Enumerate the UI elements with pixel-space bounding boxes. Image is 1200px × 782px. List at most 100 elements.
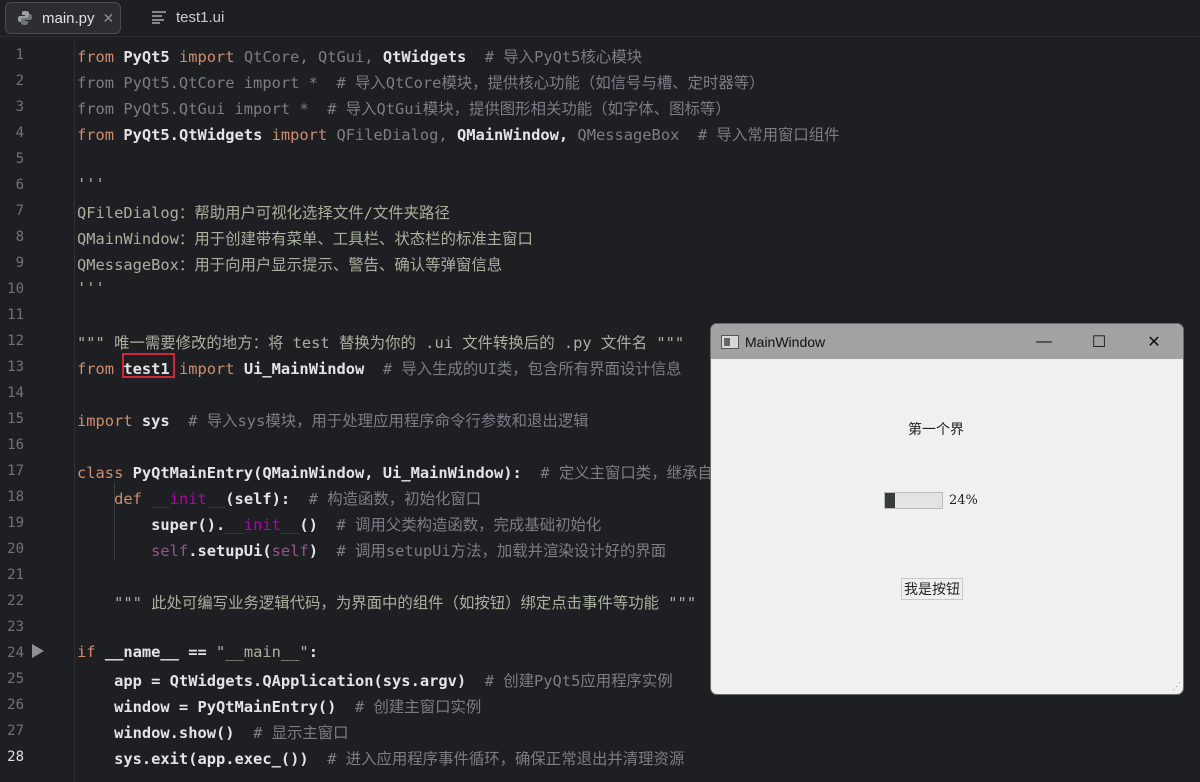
line-number: 11 <box>7 307 24 323</box>
code-line[interactable]: from PyQt5.QtGui import * # 导入QtGui模块，提供… <box>77 97 731 119</box>
line-number: 25 <box>7 671 24 687</box>
code-token: PyQt5 <box>123 48 179 66</box>
code-token: () <box>299 516 337 534</box>
line-number: 9 <box>15 255 24 271</box>
code-token: window.show() <box>77 724 254 742</box>
code-token: import <box>178 48 244 66</box>
window-title-bar[interactable]: MainWindow — ☐ ✕ <box>711 324 1183 359</box>
code-token: QFileDialog：帮助用户可视化选择文件/文件夹路径 <box>77 204 450 222</box>
code-token: # 导入生成的UI类，包含所有界面设计信息 <box>382 360 682 378</box>
code-line[interactable]: ''' <box>77 279 105 297</box>
code-token: QtWidgets <box>382 48 476 66</box>
code-token: self <box>271 542 309 560</box>
line-number: 14 <box>7 385 24 401</box>
line-number: 26 <box>7 697 24 713</box>
code-token: """ 唯一需要修改的地方：将 test 替换为你的 .ui 文件转换后的 .p… <box>77 334 685 352</box>
line-number: 2 <box>15 73 24 89</box>
line-number: 16 <box>7 437 24 453</box>
code-token: ''' <box>77 175 105 193</box>
tab-label: test1.ui <box>176 8 225 26</box>
code-token: # 创建主窗口实例 <box>354 698 482 716</box>
code-token: # 导入QtGui模块，提供图形相关功能（如字体、图标等） <box>327 100 731 118</box>
code-token: window = PyQtMainEntry() <box>77 698 355 716</box>
code-token: QMessageBox <box>577 126 698 144</box>
code-line[interactable]: import sys # 导入sys模块，用于处理应用程序命令行参数和退出逻辑 <box>77 409 589 431</box>
tab-test1-ui[interactable]: test1.ui <box>140 2 224 32</box>
progress-bar <box>884 492 943 509</box>
code-token: __init__ <box>225 516 300 534</box>
code-line[interactable]: class PyQtMainEntry(QMainWindow, Ui_Main… <box>77 461 713 483</box>
line-number: 17 <box>7 463 24 479</box>
code-token: QMessageBox：用于向用户显示提示、警告、确认等弹窗信息 <box>77 256 503 274</box>
code-line[interactable]: window.show() # 显示主窗口 <box>77 721 349 743</box>
code-token: def <box>77 490 152 508</box>
code-line[interactable]: from PyQt5.QtWidgets import QFileDialog,… <box>77 123 840 145</box>
code-line[interactable]: self.setupUi(self) # 调用setupUi方法，加载并渲染设计… <box>77 539 666 561</box>
close-tab-icon[interactable]: ✕ <box>103 10 115 27</box>
code-token: from PyQt5.QtGui import * <box>77 100 328 118</box>
code-line[interactable]: app = QtWidgets.QApplication(sys.argv) #… <box>77 669 673 691</box>
code-line[interactable]: ''' <box>77 175 105 193</box>
line-number: 22 <box>7 593 24 609</box>
code-token: PyQt5.QtWidgets <box>123 126 272 144</box>
line-number: 3 <box>15 99 24 115</box>
editor-tab-bar: main.py ✕ test1.ui <box>0 0 1200 37</box>
code-line[interactable]: QFileDialog：帮助用户可视化选择文件/文件夹路径 <box>77 201 450 223</box>
code-token: __init__ <box>151 490 226 508</box>
code-line[interactable]: """ 唯一需要修改的地方：将 test 替换为你的 .ui 文件转换后的 .p… <box>77 331 684 353</box>
line-number: 20 <box>7 541 24 557</box>
code-token: import <box>178 360 244 378</box>
code-token: app = QtWidgets.QApplication(sys.argv) <box>77 672 485 690</box>
code-token: super(). <box>77 516 226 534</box>
run-icon[interactable] <box>32 644 44 658</box>
code-line[interactable]: sys.exit(app.exec_()) # 进入应用程序事件循环，确保正常退… <box>77 747 684 769</box>
tab-label: main.py <box>42 9 95 27</box>
python-icon <box>16 9 34 27</box>
code-token: # 导入常用窗口组件 <box>697 126 840 144</box>
line-number: 8 <box>15 229 24 245</box>
line-number: 6 <box>15 177 24 193</box>
line-number: 4 <box>15 125 24 141</box>
code-token: __name__ == <box>104 643 217 661</box>
code-token: QMainWindow：用于创建带有菜单、工具栏、状态栏的标准主窗口 <box>77 230 533 248</box>
maximize-button[interactable]: ☐ <box>1072 324 1126 359</box>
line-number: 21 <box>7 567 24 583</box>
code-token: if <box>77 643 105 661</box>
line-number: 13 <box>7 359 24 375</box>
minimize-button[interactable]: — <box>1017 324 1071 359</box>
code-line[interactable]: def __init__(self): # 构造函数，初始化窗口 <box>77 487 481 509</box>
code-line[interactable]: window = PyQtMainEntry() # 创建主窗口实例 <box>77 695 481 717</box>
code-token: # 构造函数，初始化窗口 <box>308 490 482 508</box>
line-number: 24 <box>7 645 24 661</box>
code-token: self <box>77 542 189 560</box>
close-button[interactable]: ✕ <box>1127 324 1181 359</box>
code-line[interactable]: from PyQt5 import QtCore, QtGui, QtWidge… <box>77 45 642 67</box>
code-line[interactable]: if __name__ == "__main__": <box>77 643 318 661</box>
code-token: QFileDialog, <box>336 126 457 144</box>
code-line[interactable]: super().__init__() # 调用父类构造函数，完成基础初始化 <box>77 513 601 535</box>
resize-grip-icon[interactable]: ⋰ <box>1172 681 1181 692</box>
code-line[interactable]: """ 此处可编写业务逻辑代码，为界面中的组件（如按钮）绑定点击事件等功能 ""… <box>77 591 696 613</box>
line-number: 15 <box>7 411 24 427</box>
line-number: 18 <box>7 489 24 505</box>
progress-fill <box>885 493 895 508</box>
window-title: MainWindow <box>745 333 826 350</box>
line-number: 12 <box>7 333 24 349</box>
tab-main-py[interactable]: main.py ✕ <box>5 2 121 34</box>
code-token: # 调用setupUi方法，加载并渲染设计好的界面 <box>336 542 667 560</box>
code-line[interactable]: QMessageBox：用于向用户显示提示、警告、确认等弹窗信息 <box>77 253 502 275</box>
code-token: from <box>77 126 124 144</box>
highlight-box <box>122 353 175 378</box>
code-line[interactable]: from PyQt5.QtCore import * # 导入QtCore模块，… <box>77 71 765 93</box>
code-token: # 显示主窗口 <box>253 724 349 742</box>
code-token: sys <box>141 412 189 430</box>
code-token: # 导入sys模块，用于处理应用程序命令行参数和退出逻辑 <box>188 412 589 430</box>
code-token: (self): <box>225 490 309 508</box>
code-token: import <box>77 412 142 430</box>
push-button[interactable]: 我是按钮 <box>901 578 963 600</box>
code-line[interactable]: QMainWindow：用于创建带有菜单、工具栏、状态栏的标准主窗口 <box>77 227 533 249</box>
code-token: .setupUi( <box>188 542 272 560</box>
code-token: sys.exit(app.exec_()) <box>77 750 328 768</box>
code-token: from <box>77 360 124 378</box>
code-token: : <box>308 643 318 661</box>
